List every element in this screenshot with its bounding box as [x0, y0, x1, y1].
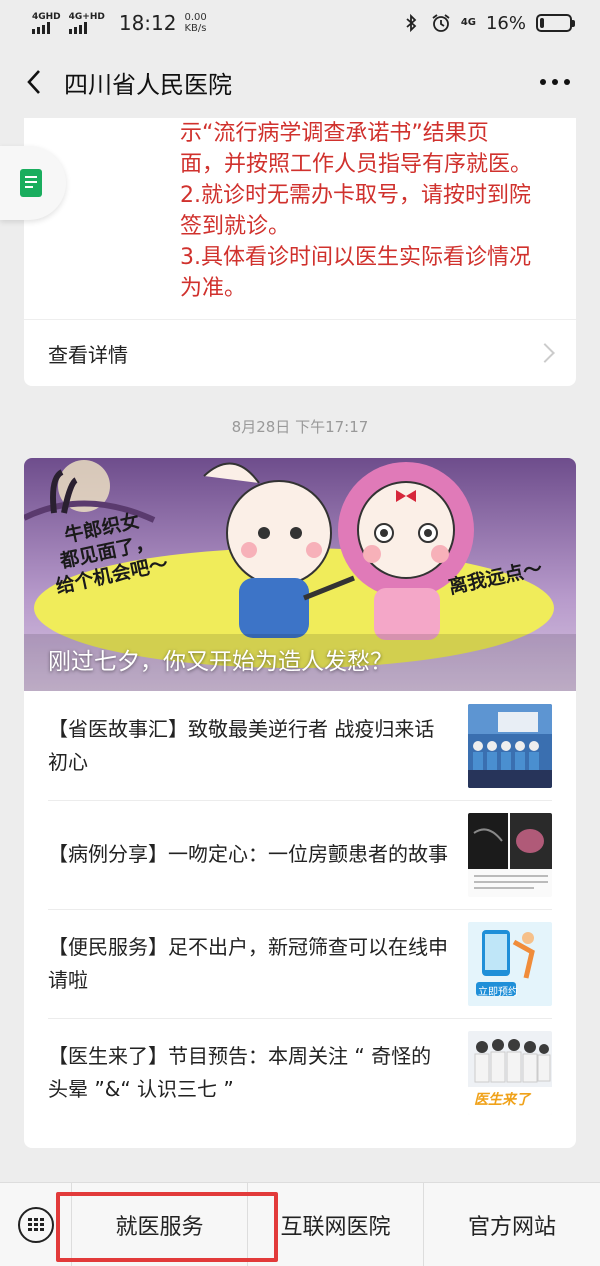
doctors-thumb: 医生来了 — [468, 1030, 552, 1115]
article-item[interactable]: 【医生来了】节目预告：本周关注 “ 奇怪的头晕 ”&“ 认识三七 ” 医生来了 — [24, 1018, 576, 1127]
view-details-label: 查看详情 — [48, 342, 128, 367]
dot-icon — [540, 79, 546, 85]
battery-fill — [540, 18, 545, 28]
notice-line: 示“流行病学调查承诺书”结果页 — [180, 121, 489, 146]
notice-line: 3.具体看诊时间以医生实际看诊情况 — [180, 245, 531, 270]
back-button[interactable] — [20, 68, 48, 96]
signal-bars-icon — [32, 22, 50, 34]
document-icon — [20, 169, 42, 197]
phone-booking-thumb: 立即预约 — [468, 921, 552, 1006]
notice-card: 示“流行病学调查承诺书”结果页 面，并按照工作人员指导有序就医。 2.就诊时无需… — [24, 118, 576, 386]
battery-icon — [536, 14, 575, 32]
page-title: 四川省人民医院 — [64, 70, 232, 99]
keyboard-icon — [17, 1206, 54, 1243]
view-details-link[interactable]: 查看详情 — [24, 319, 576, 386]
back-arrow-icon — [27, 70, 40, 94]
article-title: 【医生来了】节目预告：本周关注 “ 奇怪的头晕 ”&“ 认识三七 ” — [48, 1043, 432, 1101]
group-photo-thumb — [468, 703, 552, 788]
dot-icon — [552, 79, 558, 85]
highlight-box — [56, 1192, 278, 1262]
notice-line: 面，并按照工作人员指导有序就医。 — [180, 152, 533, 177]
network-type: 4G — [460, 17, 476, 28]
chevron-right-icon — [535, 343, 555, 363]
notice-line: 2.就诊时无需办卡取号，请按时到院 — [180, 183, 531, 208]
alarm-icon — [432, 14, 450, 32]
thumb-label: 立即预约 — [478, 986, 518, 998]
article-card: 牛郎织女 都见面了， 给个机会吧～ 离我远点～ 刚过七夕，你又开始为造人发愁？ 【省… — [24, 458, 576, 1148]
article-title: 【省医故事汇】致敬最美逆行者 战疫归来话初心 — [48, 716, 435, 774]
nav-bar: 四川省人民医院 — [0, 46, 600, 118]
menu-official-website[interactable]: 官方网站 — [424, 1183, 600, 1266]
notice-text: 示“流行病学调查承诺书”结果页 面，并按照工作人员指导有序就医。 2.就诊时无需… — [180, 118, 560, 304]
article-title: 【病例分享】一吻定心：一位房颤患者的故事 — [48, 842, 448, 866]
article-item[interactable]: 【病例分享】一吻定心：一位房颤患者的故事 — [24, 800, 576, 909]
article-item[interactable]: 【省医故事汇】致敬最美逆行者 战疫归来话初心 — [24, 691, 576, 800]
medical-scan-thumb — [468, 812, 552, 897]
signal-bars-icon — [68, 22, 87, 34]
bluetooth-icon — [406, 13, 417, 33]
more-options-button[interactable] — [540, 79, 580, 85]
featured-article-title: 刚过七夕，你又开始为造人发愁？ — [48, 649, 393, 675]
message-timestamp: 8月28日 下午17:17 — [231, 418, 369, 436]
battery-percent: 16% — [485, 12, 526, 34]
signal-strength-1: 4GHD — [32, 12, 61, 34]
featured-article-banner[interactable]: 牛郎织女 都见面了， 给个机会吧～ 离我远点～ 刚过七夕，你又开始为造人发愁？ — [24, 458, 576, 691]
status-bar: 4GHD 4G+HD 18:12 0.00 KB/s 4G 16% — [0, 0, 600, 46]
network-speed: 0.00 KB/s — [184, 12, 207, 34]
thumb-label: 医生来了 — [474, 1091, 530, 1108]
dot-icon — [564, 79, 570, 85]
notice-line: 签到就诊。 — [180, 214, 291, 239]
article-item[interactable]: 【便民服务】足不出户，新冠筛查可以在线申请啦 立即预约 — [24, 909, 576, 1018]
clock: 18:12 — [118, 11, 177, 35]
article-title: 【便民服务】足不出户，新冠筛查可以在线申请啦 — [48, 934, 448, 992]
notice-line: 为准。 — [180, 276, 247, 301]
signal-strength-2: 4G+HD — [68, 12, 105, 34]
